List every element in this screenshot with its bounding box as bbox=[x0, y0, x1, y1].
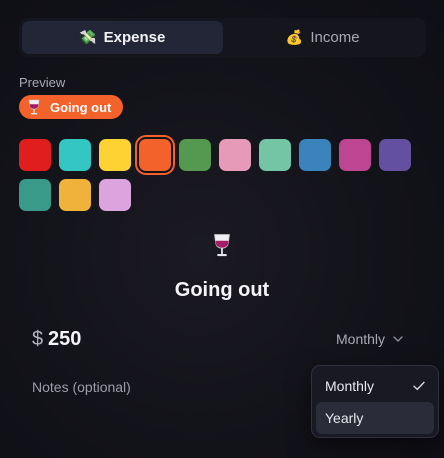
color-swatch-1[interactable] bbox=[19, 139, 51, 171]
frequency-option-label: Yearly bbox=[325, 410, 364, 426]
type-tabs: 💸 Expense 💰 Income bbox=[19, 18, 426, 57]
frequency-option-yearly[interactable]: Yearly bbox=[316, 402, 434, 434]
frequency-select[interactable]: Monthly bbox=[336, 331, 403, 347]
color-swatch-8[interactable] bbox=[299, 139, 331, 171]
color-swatch-12[interactable] bbox=[59, 179, 91, 211]
category-name[interactable]: Going out bbox=[0, 279, 444, 302]
wine-glass-icon bbox=[28, 99, 40, 115]
tab-income-label: Income bbox=[310, 29, 360, 46]
check-icon bbox=[413, 381, 425, 391]
color-swatch-10[interactable] bbox=[379, 139, 411, 171]
color-swatch-7[interactable] bbox=[259, 139, 291, 171]
category-editor: 💸 Expense 💰 Income Preview Going out Goi… bbox=[0, 0, 444, 458]
money-bag-icon: 💰 bbox=[285, 29, 304, 46]
color-swatch-11[interactable] bbox=[19, 179, 51, 211]
color-swatch-13[interactable] bbox=[99, 179, 131, 211]
color-swatch-5[interactable] bbox=[179, 139, 211, 171]
color-swatch-3[interactable] bbox=[99, 139, 131, 171]
color-swatch-6[interactable] bbox=[219, 139, 251, 171]
preview-pill: Going out bbox=[19, 95, 123, 119]
color-swatches bbox=[19, 139, 419, 211]
notes-input[interactable]: Notes (optional) bbox=[32, 379, 131, 395]
frequency-dropdown: Monthly Yearly bbox=[311, 365, 439, 438]
color-swatch-9[interactable] bbox=[339, 139, 371, 171]
frequency-option-label: Monthly bbox=[325, 378, 375, 394]
tab-expense[interactable]: 💸 Expense bbox=[22, 21, 223, 54]
tab-income[interactable]: 💰 Income bbox=[223, 21, 424, 54]
frequency-option-monthly[interactable]: Monthly bbox=[316, 370, 434, 402]
frequency-select-value: Monthly bbox=[336, 331, 386, 347]
color-swatch-2[interactable] bbox=[59, 139, 91, 171]
category-wine-glass-icon[interactable] bbox=[210, 233, 234, 257]
chevron-down-icon bbox=[393, 336, 403, 342]
money-with-wings-icon: 💸 bbox=[79, 29, 97, 46]
currency-symbol: $ bbox=[32, 328, 44, 350]
preview-pill-label: Going out bbox=[50, 99, 112, 115]
color-swatch-4[interactable] bbox=[139, 139, 171, 171]
tab-expense-label: Expense bbox=[103, 29, 166, 46]
amount-value[interactable]: 250 bbox=[48, 328, 81, 351]
preview-label: Preview bbox=[19, 75, 66, 90]
